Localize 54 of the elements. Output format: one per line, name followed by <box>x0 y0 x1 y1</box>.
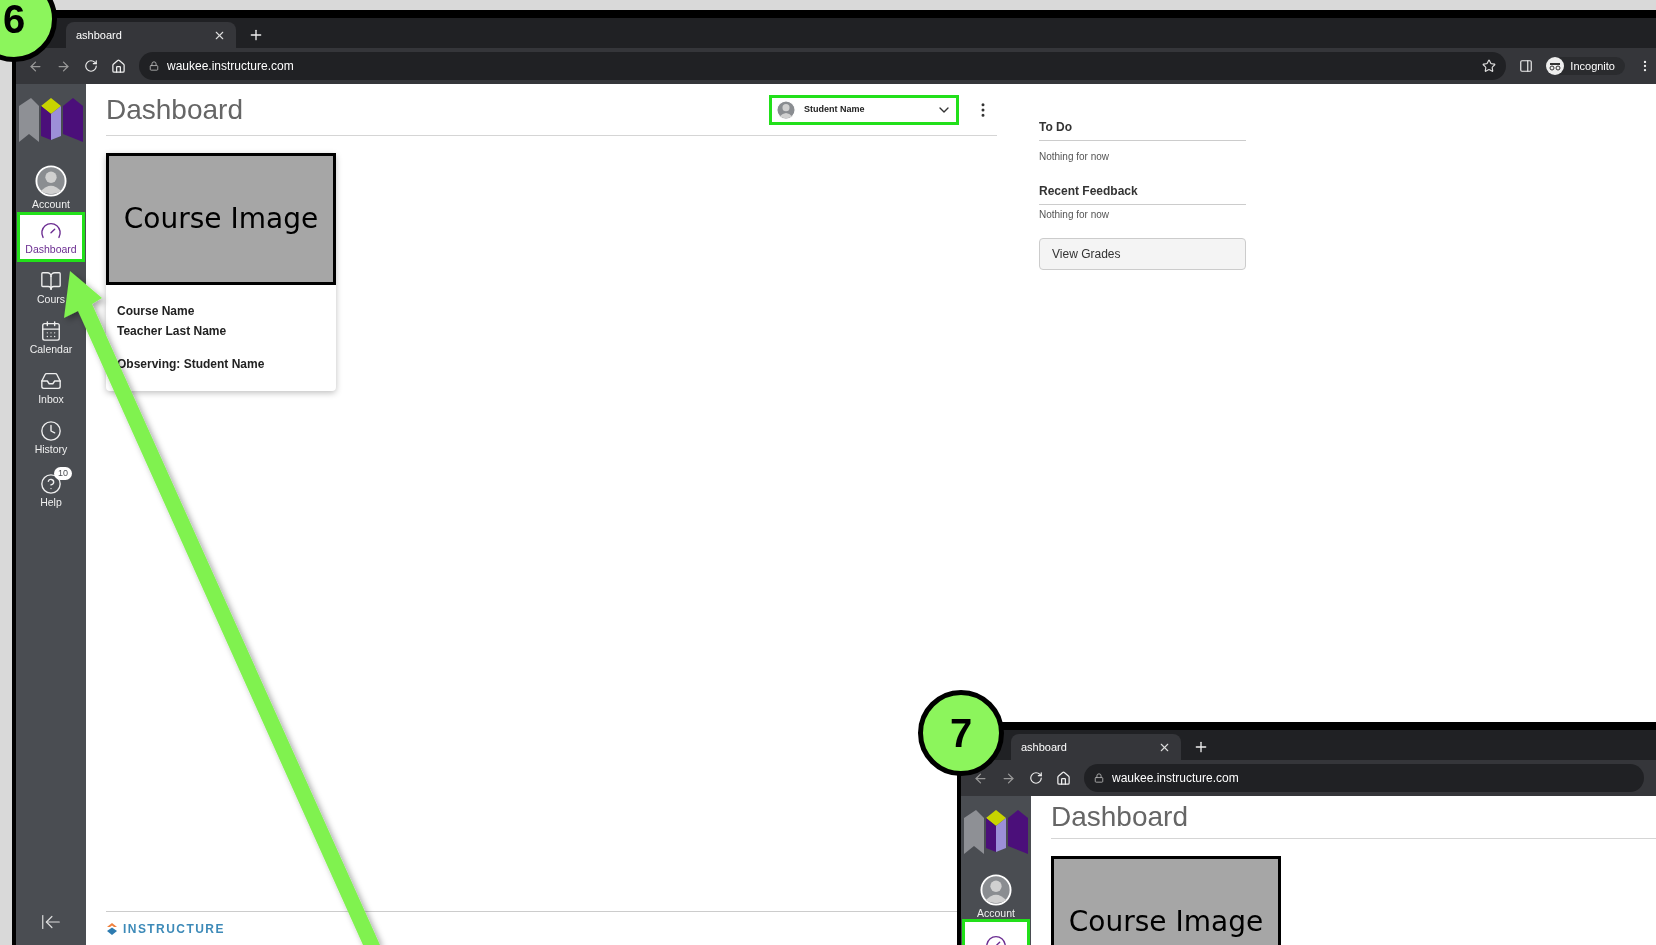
nav-item[interactable]: Calendar <box>29 319 73 355</box>
course-image: Course Image <box>106 153 336 285</box>
school-logo[interactable] <box>19 96 83 142</box>
reload-icon[interactable] <box>84 59 98 73</box>
nav-item[interactable]: Cours <box>37 269 65 305</box>
reload-icon[interactable] <box>1029 771 1043 785</box>
address-bar[interactable]: waukee.instructure.com <box>1084 764 1644 792</box>
instructure-logo[interactable]: INSTRUCTURE <box>106 919 225 938</box>
lock-icon <box>149 61 159 71</box>
section-heading: To Do <box>1039 118 1246 141</box>
page-title: Dashboard <box>1051 800 1188 834</box>
course-image[interactable]: Course Image <box>1051 856 1281 945</box>
lock-icon <box>1094 773 1104 783</box>
empty-text: Nothing for now <box>1039 150 1111 164</box>
nav-item[interactable]: Inbox <box>38 369 64 405</box>
view-grades-button[interactable]: View Grades <box>1039 238 1246 270</box>
new-tab-icon[interactable] <box>1193 739 1209 755</box>
profile-chip[interactable]: Incognito <box>1546 57 1625 75</box>
step-badge: 6 <box>0 0 57 62</box>
nav-item[interactable]: History <box>34 419 68 455</box>
logo-mark-icon <box>106 921 118 936</box>
bookmark-star-icon[interactable] <box>1482 59 1497 73</box>
calendar-icon <box>40 319 62 342</box>
side-panel-icon[interactable] <box>1519 59 1534 73</box>
back-icon[interactable] <box>28 58 43 74</box>
incognito-icon <box>1546 57 1565 75</box>
course-card[interactable]: Course Image Course Name Teacher Last Name Observing: Student Name <box>106 153 336 391</box>
forward-icon[interactable] <box>1001 770 1016 786</box>
home-icon[interactable] <box>1056 770 1071 786</box>
teacher-name: Teacher Last Name <box>117 323 228 340</box>
browser-tab[interactable]: ashboard <box>1011 734 1181 760</box>
back-icon[interactable] <box>973 770 988 786</box>
clock-icon <box>40 419 62 442</box>
book-icon <box>40 269 62 292</box>
course-name: Course Name <box>117 303 196 320</box>
section-heading: Recent Feedback <box>1039 182 1246 205</box>
notification-badge: 10 <box>54 466 72 480</box>
observing-text: Observing: Student Name <box>117 356 266 373</box>
observer-select[interactable]: Student Name <box>769 94 959 125</box>
nav-item[interactable]: Help 10 <box>28 466 74 508</box>
empty-text: Nothing for now <box>1039 208 1111 222</box>
address-bar[interactable]: waukee.instructure.com <box>139 52 1507 80</box>
nav-item[interactable]: Dashboard <box>17 212 85 262</box>
school-logo[interactable] <box>964 808 1028 854</box>
page-title: Dashboard <box>106 92 243 127</box>
browser-tab[interactable]: ashboard <box>66 22 236 48</box>
new-tab-icon[interactable] <box>248 27 264 43</box>
forward-icon[interactable] <box>56 58 71 74</box>
home-icon[interactable] <box>111 58 126 74</box>
avatar-icon <box>776 99 796 120</box>
avatar-icon <box>980 874 1012 906</box>
nav-item[interactable]: Account <box>977 874 1015 919</box>
avatar-icon <box>35 164 67 197</box>
nav-item[interactable]: Account <box>32 164 70 210</box>
